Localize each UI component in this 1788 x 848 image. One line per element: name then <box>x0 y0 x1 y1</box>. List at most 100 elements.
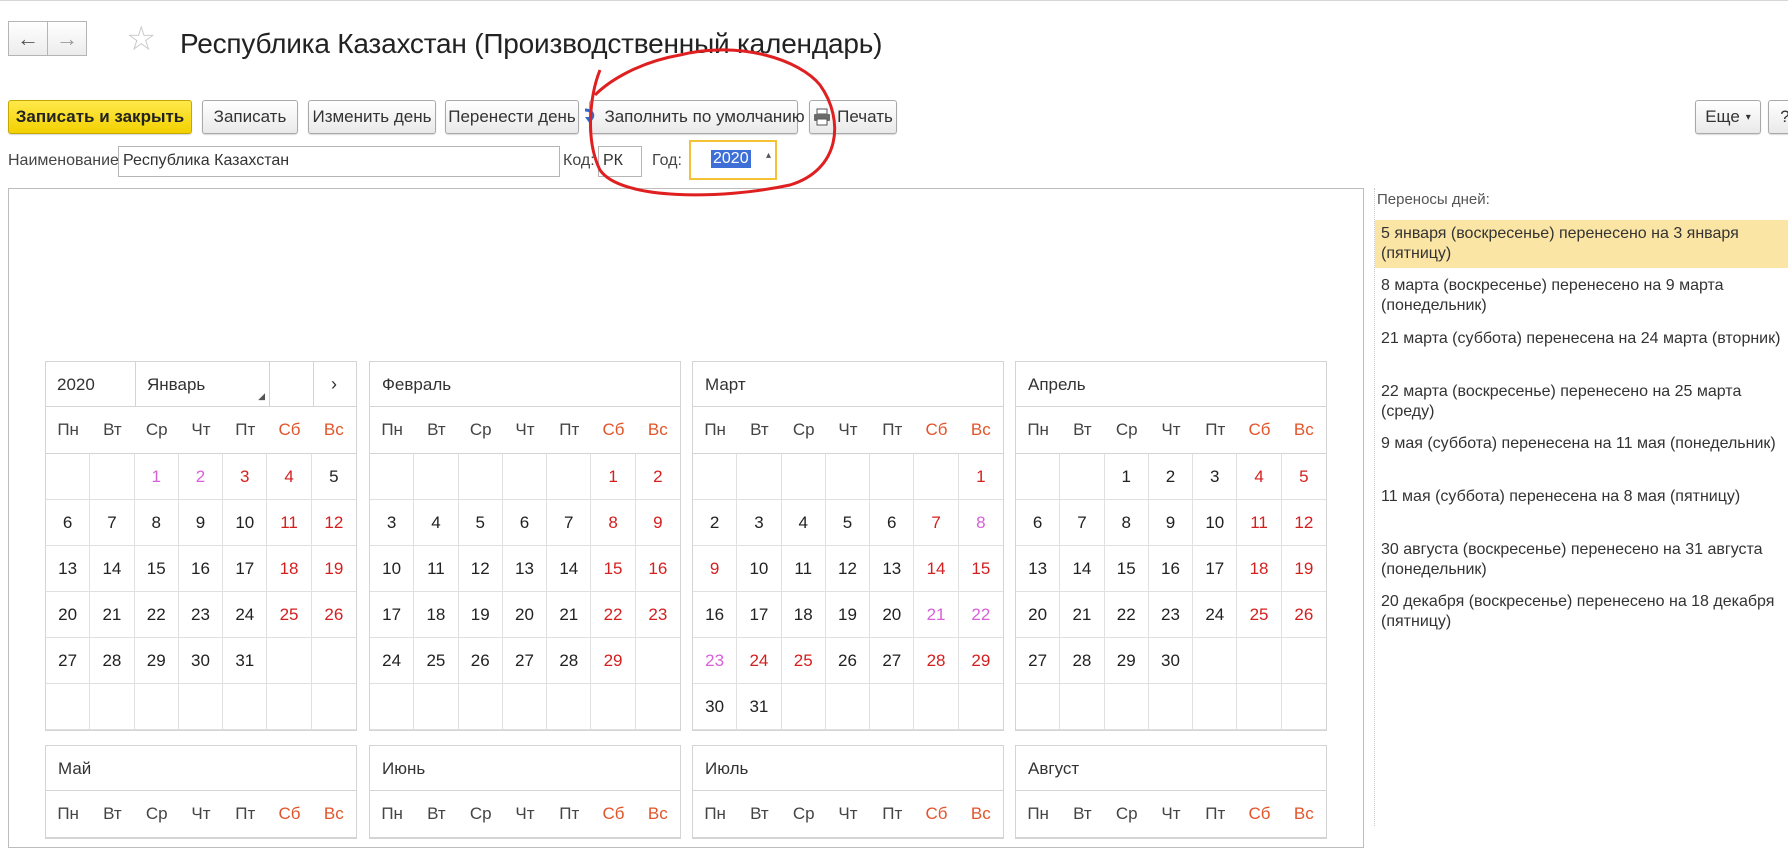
day-cell[interactable]: 6 <box>1016 500 1061 546</box>
day-cell[interactable]: 23 <box>693 638 738 684</box>
back-button[interactable]: ← <box>8 21 48 56</box>
day-cell[interactable]: 27 <box>1016 638 1061 684</box>
day-cell[interactable]: 24 <box>1193 592 1238 638</box>
day-cell[interactable]: 2 <box>1148 454 1194 500</box>
day-cell[interactable]: 26 <box>458 638 503 684</box>
day-cell[interactable]: 16 <box>635 546 680 592</box>
day-cell[interactable]: 25 <box>414 638 459 684</box>
day-cell[interactable]: 23 <box>1148 592 1194 638</box>
day-cell[interactable]: 25 <box>781 638 826 684</box>
day-cell[interactable]: 30 <box>1148 638 1194 684</box>
day-cell[interactable]: 30 <box>693 684 738 730</box>
spin-up-icon[interactable]: ▴ <box>766 150 771 161</box>
day-cell[interactable]: 1 <box>591 454 636 500</box>
day-cell[interactable]: 8 <box>134 500 179 546</box>
day-cell[interactable]: 20 <box>46 592 91 638</box>
day-cell[interactable]: 21 <box>1060 592 1105 638</box>
day-cell[interactable]: 21 <box>547 592 592 638</box>
day-cell[interactable]: 11 <box>414 546 459 592</box>
transfer-item[interactable]: 30 августа (воскресенье) перенесено на 3… <box>1375 536 1788 584</box>
day-cell[interactable]: 6 <box>870 500 915 546</box>
day-cell[interactable]: 28 <box>547 638 592 684</box>
day-cell[interactable]: 25 <box>267 592 312 638</box>
day-cell[interactable]: 8 <box>958 500 1003 546</box>
save-and-close-button[interactable]: Записать и закрыть <box>8 100 192 134</box>
day-cell[interactable]: 17 <box>737 592 782 638</box>
help-button[interactable]: ? <box>1768 100 1788 134</box>
day-cell[interactable]: 7 <box>914 500 959 546</box>
day-cell[interactable]: 17 <box>1193 546 1238 592</box>
day-cell[interactable]: 3 <box>1193 454 1238 500</box>
day-cell[interactable]: 14 <box>914 546 959 592</box>
transfer-item[interactable]: 5 января (воскресенье) перенесено на 3 я… <box>1375 220 1788 268</box>
day-cell[interactable]: 27 <box>870 638 915 684</box>
day-cell[interactable]: 16 <box>1148 546 1194 592</box>
day-cell[interactable]: 13 <box>870 546 915 592</box>
day-cell[interactable]: 9 <box>1148 500 1194 546</box>
transfer-item[interactable]: 9 мая (суббота) перенесена на 11 мая (по… <box>1375 430 1788 458</box>
day-cell[interactable]: 10 <box>737 546 782 592</box>
day-cell[interactable]: 14 <box>90 546 135 592</box>
day-cell[interactable]: 29 <box>591 638 636 684</box>
day-cell[interactable]: 19 <box>1281 546 1326 592</box>
next-month-icon[interactable]: › <box>314 362 358 406</box>
day-cell[interactable]: 22 <box>958 592 1003 638</box>
day-cell[interactable]: 6 <box>46 500 91 546</box>
fill-default-button[interactable]: Заполнить по умолчанию <box>585 100 805 134</box>
day-cell[interactable]: 28 <box>914 638 959 684</box>
day-cell[interactable]: 11 <box>781 546 826 592</box>
day-cell[interactable]: 16 <box>178 546 224 592</box>
day-cell[interactable]: 8 <box>1104 500 1149 546</box>
year-input[interactable]: 2020 ▴ <box>689 140 777 180</box>
day-cell[interactable]: 5 <box>825 500 871 546</box>
day-cell[interactable]: 8 <box>591 500 636 546</box>
day-cell[interactable]: 28 <box>90 638 135 684</box>
save-button[interactable]: Записать <box>202 100 298 134</box>
day-cell[interactable]: 12 <box>1281 500 1326 546</box>
day-cell[interactable]: 2 <box>693 500 738 546</box>
day-cell[interactable]: 3 <box>737 500 782 546</box>
day-cell[interactable]: 1 <box>134 454 179 500</box>
print-button[interactable]: Печать <box>809 100 897 134</box>
code-input[interactable]: РК <box>598 146 642 177</box>
day-cell[interactable]: 29 <box>134 638 179 684</box>
day-cell[interactable]: 22 <box>134 592 179 638</box>
day-cell[interactable]: 15 <box>134 546 179 592</box>
day-cell[interactable]: 12 <box>458 546 503 592</box>
name-input[interactable]: Республика Казахстан <box>118 146 560 177</box>
day-cell[interactable]: 4 <box>781 500 826 546</box>
day-cell[interactable]: 23 <box>635 592 680 638</box>
day-cell[interactable]: 14 <box>1060 546 1105 592</box>
day-cell[interactable]: 9 <box>693 546 738 592</box>
forward-button[interactable]: → <box>47 21 87 56</box>
day-cell[interactable]: 13 <box>502 546 548 592</box>
day-cell[interactable]: 10 <box>223 500 268 546</box>
day-cell[interactable]: 20 <box>502 592 548 638</box>
day-cell[interactable]: 4 <box>267 454 312 500</box>
day-cell[interactable]: 10 <box>1193 500 1238 546</box>
day-cell[interactable]: 12 <box>311 500 356 546</box>
year-cell[interactable]: 2020 <box>46 362 136 406</box>
day-cell[interactable]: 31 <box>737 684 782 730</box>
day-cell[interactable]: 18 <box>414 592 459 638</box>
month-select[interactable]: Январь ◢ <box>136 362 270 406</box>
day-cell[interactable]: 1 <box>958 454 1003 500</box>
day-cell[interactable]: 2 <box>178 454 224 500</box>
day-cell[interactable]: 20 <box>1016 592 1061 638</box>
day-cell[interactable]: 26 <box>1281 592 1326 638</box>
day-cell[interactable]: 24 <box>370 638 415 684</box>
day-cell[interactable]: 9 <box>178 500 224 546</box>
day-cell[interactable]: 16 <box>693 592 738 638</box>
day-cell[interactable]: 21 <box>90 592 135 638</box>
day-cell[interactable]: 18 <box>267 546 312 592</box>
day-cell[interactable]: 23 <box>178 592 224 638</box>
day-cell[interactable]: 26 <box>311 592 356 638</box>
day-cell[interactable]: 18 <box>781 592 826 638</box>
day-cell[interactable]: 15 <box>1104 546 1149 592</box>
day-cell[interactable]: 21 <box>914 592 959 638</box>
day-cell[interactable]: 15 <box>958 546 1003 592</box>
day-cell[interactable]: 1 <box>1104 454 1149 500</box>
day-cell[interactable]: 6 <box>502 500 548 546</box>
day-cell[interactable]: 30 <box>178 638 224 684</box>
move-day-button[interactable]: Перенести день <box>445 100 579 134</box>
